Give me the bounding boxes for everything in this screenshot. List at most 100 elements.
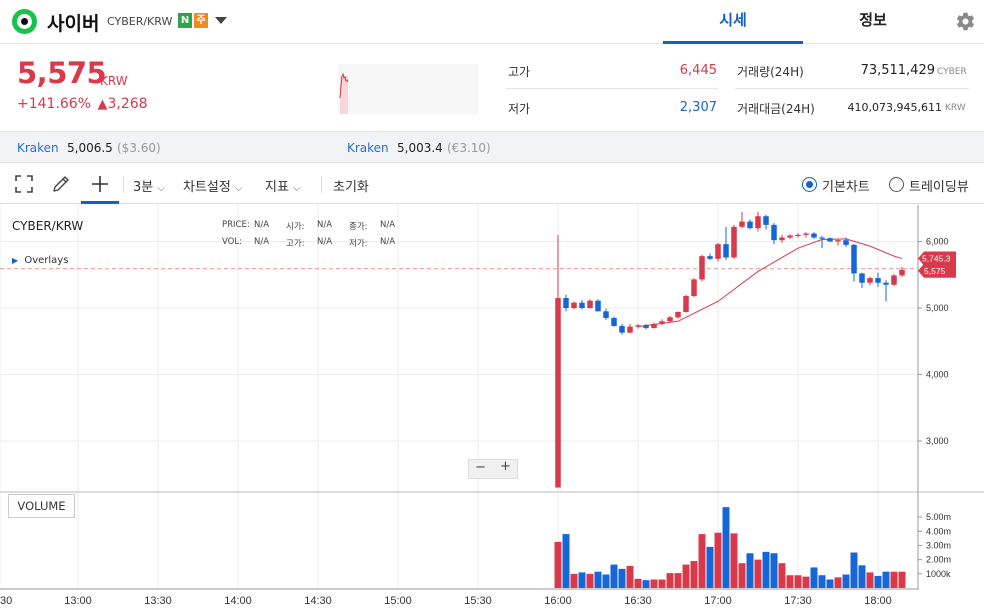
candle-body	[899, 269, 905, 276]
badge-new: N	[178, 13, 192, 28]
candle-body	[675, 311, 681, 318]
zoom-in-button[interactable]: +	[500, 459, 511, 474]
tradingview-radio[interactable]	[889, 177, 904, 192]
chart-settings-select[interactable]: 차트설정 ⌵	[183, 176, 242, 195]
candle-body	[611, 317, 617, 326]
volume-bar	[642, 580, 650, 588]
interval-select[interactable]: 3분 ⌵	[133, 176, 165, 195]
ohlc-label: 저가:	[349, 239, 368, 249]
candle-body	[883, 282, 889, 285]
candle-body	[723, 244, 729, 258]
candle-body	[771, 224, 777, 241]
volume-bar	[594, 571, 602, 588]
gear-icon[interactable]	[955, 11, 976, 32]
volume-bar	[746, 553, 754, 588]
candle-body	[787, 235, 793, 238]
volume-bar	[682, 564, 690, 588]
indicators-select[interactable]: 지표 ⌵	[265, 176, 301, 195]
volume-bar	[882, 571, 890, 588]
x-tick-label: 16:00	[544, 595, 572, 607]
y-tick-label: 6,000	[926, 237, 949, 247]
amount-value: 410,073,945,611	[847, 101, 942, 114]
volume-bar	[802, 576, 810, 588]
ohlc-value: N/A	[254, 220, 270, 230]
candle-body	[579, 302, 585, 308]
x-tick-label: 15:30	[464, 595, 492, 607]
tab-info[interactable]: 정보	[803, 0, 943, 44]
ohlc-label: PRICE:	[222, 220, 250, 230]
volume-bar	[722, 507, 730, 588]
candle-body	[739, 221, 745, 227]
volume-label: 거래량(24H)	[737, 65, 804, 79]
price-unit: KRW	[100, 74, 128, 88]
volume-bar	[570, 573, 578, 588]
candle-body	[811, 233, 817, 238]
badge-caution: 주	[194, 13, 208, 28]
candle-body	[595, 300, 601, 312]
exchange-name[interactable]: Kraken	[17, 141, 59, 155]
exchange-price: 5,006.5	[67, 141, 113, 155]
pencil-icon[interactable]	[51, 174, 71, 194]
volume-bar	[698, 534, 706, 588]
fullscreen-icon[interactable]	[15, 175, 33, 193]
candle-body	[707, 256, 713, 259]
high-label: 고가	[508, 65, 531, 79]
candle-body	[731, 226, 737, 258]
tradingview-label[interactable]: 트레이딩뷰	[909, 176, 969, 195]
ohlc-value: N/A	[380, 237, 396, 247]
candle-body	[635, 325, 641, 327]
volume-bar	[634, 578, 642, 588]
candle-body	[699, 256, 705, 280]
y-tick-label: 4,000	[926, 370, 949, 380]
reset-button[interactable]: 초기화	[333, 176, 369, 195]
volume-bar	[586, 573, 594, 588]
volume-bar	[650, 579, 658, 588]
volume-bar	[730, 533, 738, 588]
chart-area[interactable]: 6,000 5,000 4,000 3,000 13:00 13:30 14:00 14:30…	[0, 205, 984, 609]
vol-tick-label: 4.00m	[926, 526, 951, 536]
candle-body	[755, 216, 761, 229]
x-tick-label: 14:30	[304, 595, 332, 607]
ohlc-value: N/A	[317, 237, 333, 247]
exchange-name[interactable]: Kraken	[347, 141, 389, 155]
volume-bar	[818, 575, 826, 588]
candle-body	[571, 302, 577, 308]
volume-bar	[778, 563, 786, 588]
zoom-out-button[interactable]: −	[475, 460, 486, 475]
exchange-price-bar: Kraken 5,006.5 ($3.60) Kraken 5,003.4 (€…	[0, 131, 984, 163]
exchange-price: 5,003.4	[397, 141, 443, 155]
tab-quote[interactable]: 시세	[663, 0, 803, 44]
candle-body	[627, 326, 633, 333]
basic-chart-radio[interactable]	[802, 177, 817, 192]
candle-body	[779, 237, 785, 241]
coin-pair: CYBER/KRW	[107, 15, 173, 28]
volume-bar	[858, 565, 866, 588]
change-amount: 3,268	[107, 96, 148, 112]
crosshair-tool-button[interactable]	[81, 164, 119, 204]
divider	[321, 176, 322, 193]
volume-bar	[826, 579, 834, 588]
volume-bar	[674, 573, 682, 588]
chevron-down-icon: ⌵	[234, 183, 243, 194]
chevron-down-icon: ⌵	[292, 183, 301, 194]
volume-bar	[866, 572, 874, 588]
volume-bar	[602, 574, 610, 588]
amount-unit: KRW	[945, 103, 966, 113]
vol-tick-label: 2.00m	[926, 555, 951, 565]
x-tick-label: 18:00	[864, 595, 892, 607]
candlestick-chart[interactable]: 6,000 5,000 4,000 3,000 13:00 13:30 14:00 14:30…	[0, 205, 984, 609]
candle-body	[803, 233, 809, 235]
crosshair-icon	[92, 176, 108, 192]
coin-logo-icon	[12, 9, 37, 34]
coin-select-chevron-down-icon[interactable]	[215, 17, 227, 24]
ohlc-value: N/A	[254, 237, 270, 247]
volume-bar	[658, 579, 666, 588]
basic-chart-label[interactable]: 기본차트	[822, 176, 870, 195]
volume-unit: CYBER	[937, 67, 967, 77]
mini-price-chart	[338, 64, 478, 114]
x-tick-label: 14:00	[224, 595, 252, 607]
overlays-toggle[interactable]: ▶ Overlays	[12, 255, 68, 266]
ohlc-value: N/A	[380, 220, 396, 230]
volume-bar	[554, 541, 562, 588]
volume-bar	[618, 568, 626, 588]
